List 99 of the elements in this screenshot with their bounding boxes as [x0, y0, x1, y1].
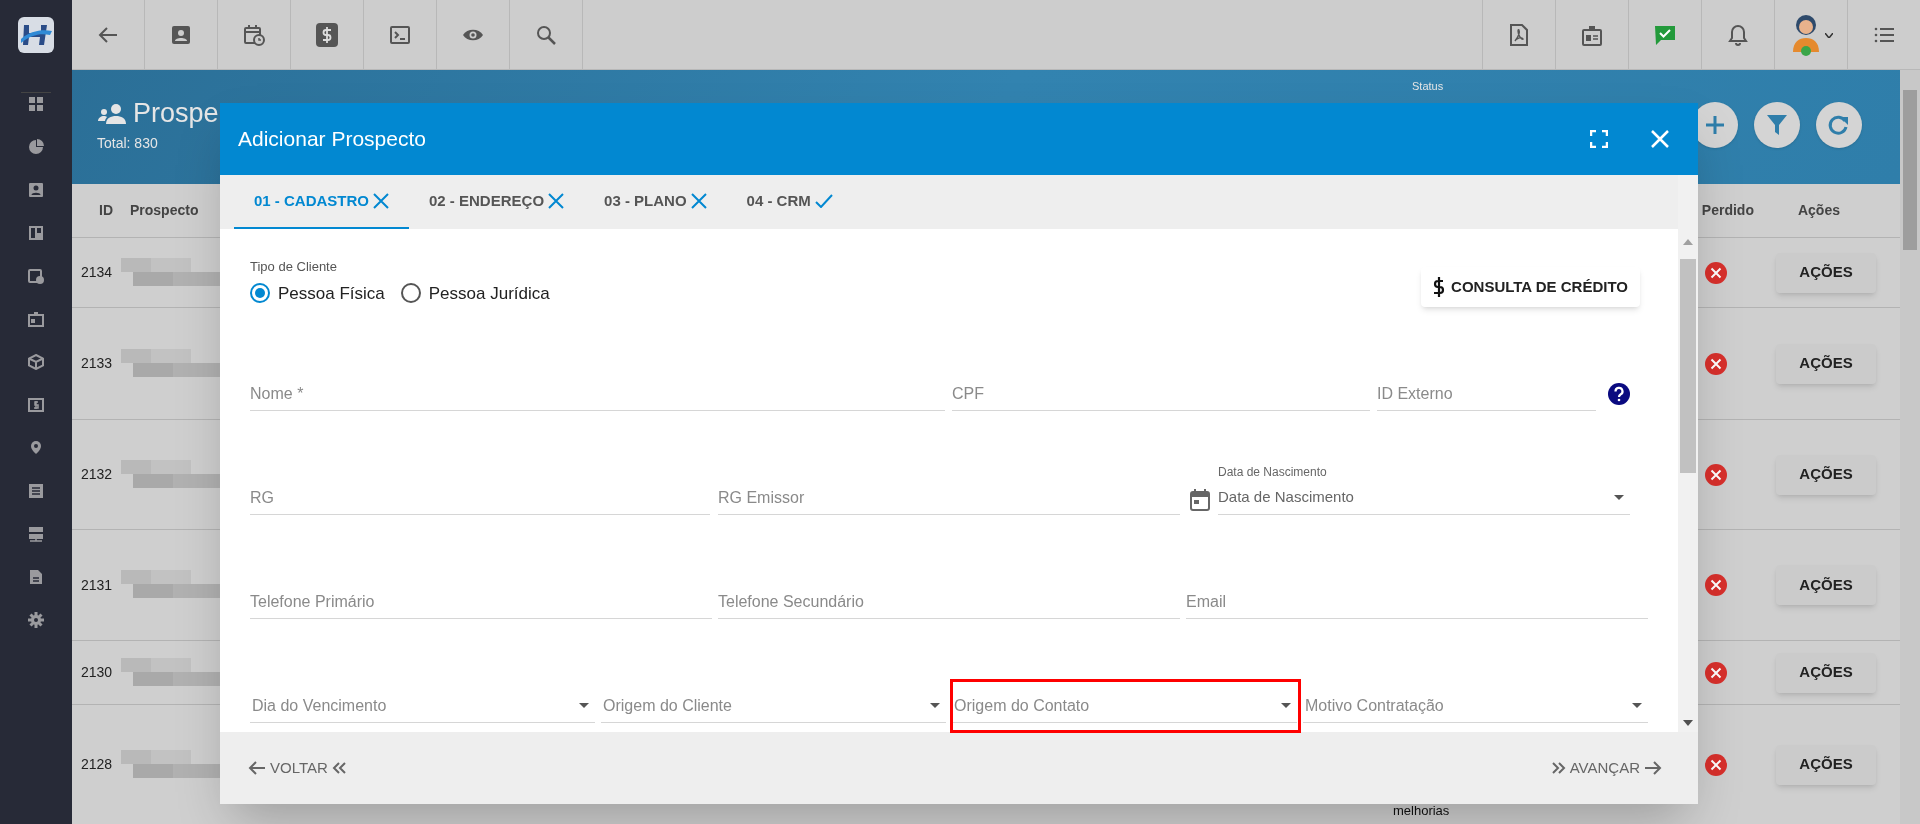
- pie-chart-icon[interactable]: [28, 139, 44, 155]
- tab[interactable]: 03 - PLANO: [584, 175, 727, 229]
- radio-button[interactable]: [250, 283, 270, 304]
- table-cell-text: 2133: [81, 354, 114, 373]
- bell-icon[interactable]: [1727, 24, 1749, 46]
- tab[interactable]: 01 - CADASTRO: [234, 175, 409, 229]
- calendar-clock-icon[interactable]: [243, 24, 265, 46]
- calendar-icon: [1190, 489, 1210, 511]
- actions-button[interactable]: AÇÕES: [1776, 252, 1876, 293]
- refresh-icon: [1828, 114, 1850, 136]
- lost-x-icon: [1704, 351, 1728, 376]
- page-title: Prospe: [133, 100, 219, 127]
- tab[interactable]: 02 - ENDEREÇO: [409, 175, 585, 229]
- lost-x-icon: [1704, 573, 1728, 597]
- column-header: Perdido: [1701, 201, 1754, 220]
- column-header: Ações: [1797, 201, 1840, 220]
- field-label: Data de Nascimento: [1218, 464, 1327, 481]
- board-icon[interactable]: [28, 225, 44, 241]
- table-cell-text: 2132: [81, 465, 114, 484]
- calendar-clock-icon[interactable]: [28, 268, 44, 284]
- date-field[interactable]: Data de Nascimento: [1218, 481, 1630, 515]
- actions-button[interactable]: AÇÕES: [1776, 652, 1876, 693]
- actions-button[interactable]: AÇÕES: [1776, 744, 1876, 785]
- scrollbar-thumb[interactable]: [1680, 259, 1696, 473]
- radio-label[interactable]: Pessoa Jurídica: [428, 280, 550, 306]
- dollar-bill-icon[interactable]: [28, 397, 44, 413]
- arrow-left-icon: [248, 761, 266, 775]
- field-label: Tipo de Cliente: [250, 258, 337, 276]
- scroll-down-icon[interactable]: [1683, 720, 1693, 726]
- contact-card-icon[interactable]: [28, 182, 44, 198]
- actions-button[interactable]: AÇÕES: [1776, 454, 1876, 495]
- actions-button[interactable]: AÇÕES: [1776, 343, 1876, 384]
- dollar-icon[interactable]: [316, 23, 338, 47]
- column-header: ID: [99, 201, 113, 220]
- dropdown-caret-icon: [1614, 495, 1624, 500]
- document-icon[interactable]: [28, 569, 44, 585]
- next-button[interactable]: AVANÇAR: [1551, 756, 1662, 780]
- location-pin-icon[interactable]: [28, 440, 44, 456]
- chat-check-icon[interactable]: [1654, 24, 1676, 46]
- radio-label[interactable]: Pessoa Física: [278, 280, 385, 306]
- tab[interactable]: 04 - CRM: [726, 175, 853, 229]
- people-icon: [97, 102, 127, 125]
- badge-icon[interactable]: [1581, 24, 1603, 46]
- actions-button[interactable]: AÇÕES: [1776, 565, 1876, 605]
- table-cell-text: 2131: [81, 575, 114, 595]
- lost-x-icon: [1704, 660, 1728, 685]
- input-field[interactable]: RG: [250, 481, 710, 515]
- table-cell-text: melhorias: [1393, 801, 1450, 820]
- dollar-icon: [1433, 276, 1446, 298]
- column-header: Prospecto: [130, 201, 199, 220]
- table-cell-text: 2130: [81, 663, 114, 682]
- dashboard-icon[interactable]: [28, 96, 44, 112]
- input-field[interactable]: Telefone Secundário: [718, 585, 1180, 619]
- list-icon[interactable]: [28, 483, 44, 499]
- select-field[interactable]: Dia do Vencimento: [250, 689, 595, 723]
- select-field[interactable]: Origem do Contato: [952, 689, 1297, 723]
- server-icon[interactable]: [28, 526, 44, 542]
- lost-x-icon: [1704, 260, 1728, 285]
- input-field[interactable]: Nome *: [250, 377, 945, 411]
- badge-icon[interactable]: [28, 311, 44, 327]
- close-icon[interactable]: [1650, 129, 1670, 149]
- dropdown-caret-icon: [1632, 703, 1642, 708]
- dropdown-caret-icon: [930, 703, 940, 708]
- arrow-right-icon: [1644, 761, 1662, 775]
- plus-icon: [1704, 114, 1726, 136]
- lost-x-icon: [1704, 752, 1728, 777]
- input-field[interactable]: Telefone Primário: [250, 585, 712, 619]
- contact-card-icon[interactable]: [170, 24, 192, 46]
- terminal-icon[interactable]: [389, 24, 411, 46]
- dropdown-caret-icon: [1281, 703, 1291, 708]
- pdf-icon[interactable]: [1508, 24, 1530, 46]
- double-chevron-icon: [1551, 762, 1566, 774]
- select-field[interactable]: Motivo Contratação: [1303, 689, 1648, 723]
- input-field[interactable]: CPF: [952, 377, 1370, 411]
- box-icon[interactable]: [28, 354, 44, 370]
- settings-icon[interactable]: [28, 612, 44, 628]
- refresh-button[interactable]: [1816, 102, 1862, 148]
- table-cell-text: 2134: [81, 263, 114, 282]
- scrollbar-thumb[interactable]: [1903, 90, 1917, 250]
- fullscreen-icon[interactable]: [1590, 130, 1608, 148]
- input-field[interactable]: ID Externo: [1377, 377, 1596, 411]
- input-field[interactable]: RG Emissor: [718, 481, 1180, 515]
- double-chevron-icon: [331, 762, 346, 774]
- dropdown-caret-icon: [579, 703, 589, 708]
- search-icon[interactable]: [535, 24, 557, 46]
- credit-check-button[interactable]: CONSULTA DE CRÉDITO: [1421, 267, 1640, 307]
- back-button[interactable]: VOLTAR: [248, 756, 346, 780]
- logo-icon: [18, 17, 54, 53]
- table-cell-text: 2128: [81, 755, 114, 774]
- dialog-title: Adicionar Prospecto: [238, 126, 426, 153]
- status-label: Status: [1412, 79, 1444, 94]
- radio-button[interactable]: [400, 283, 421, 304]
- total-count: Total: 830: [97, 134, 158, 153]
- caret-icon: [1825, 32, 1833, 38]
- lost-x-icon: [1704, 462, 1728, 487]
- filter-button[interactable]: [1754, 102, 1800, 148]
- filter-icon: [1766, 113, 1788, 137]
- input-field[interactable]: Email: [1186, 585, 1648, 619]
- select-field[interactable]: Origem do Cliente: [601, 689, 946, 723]
